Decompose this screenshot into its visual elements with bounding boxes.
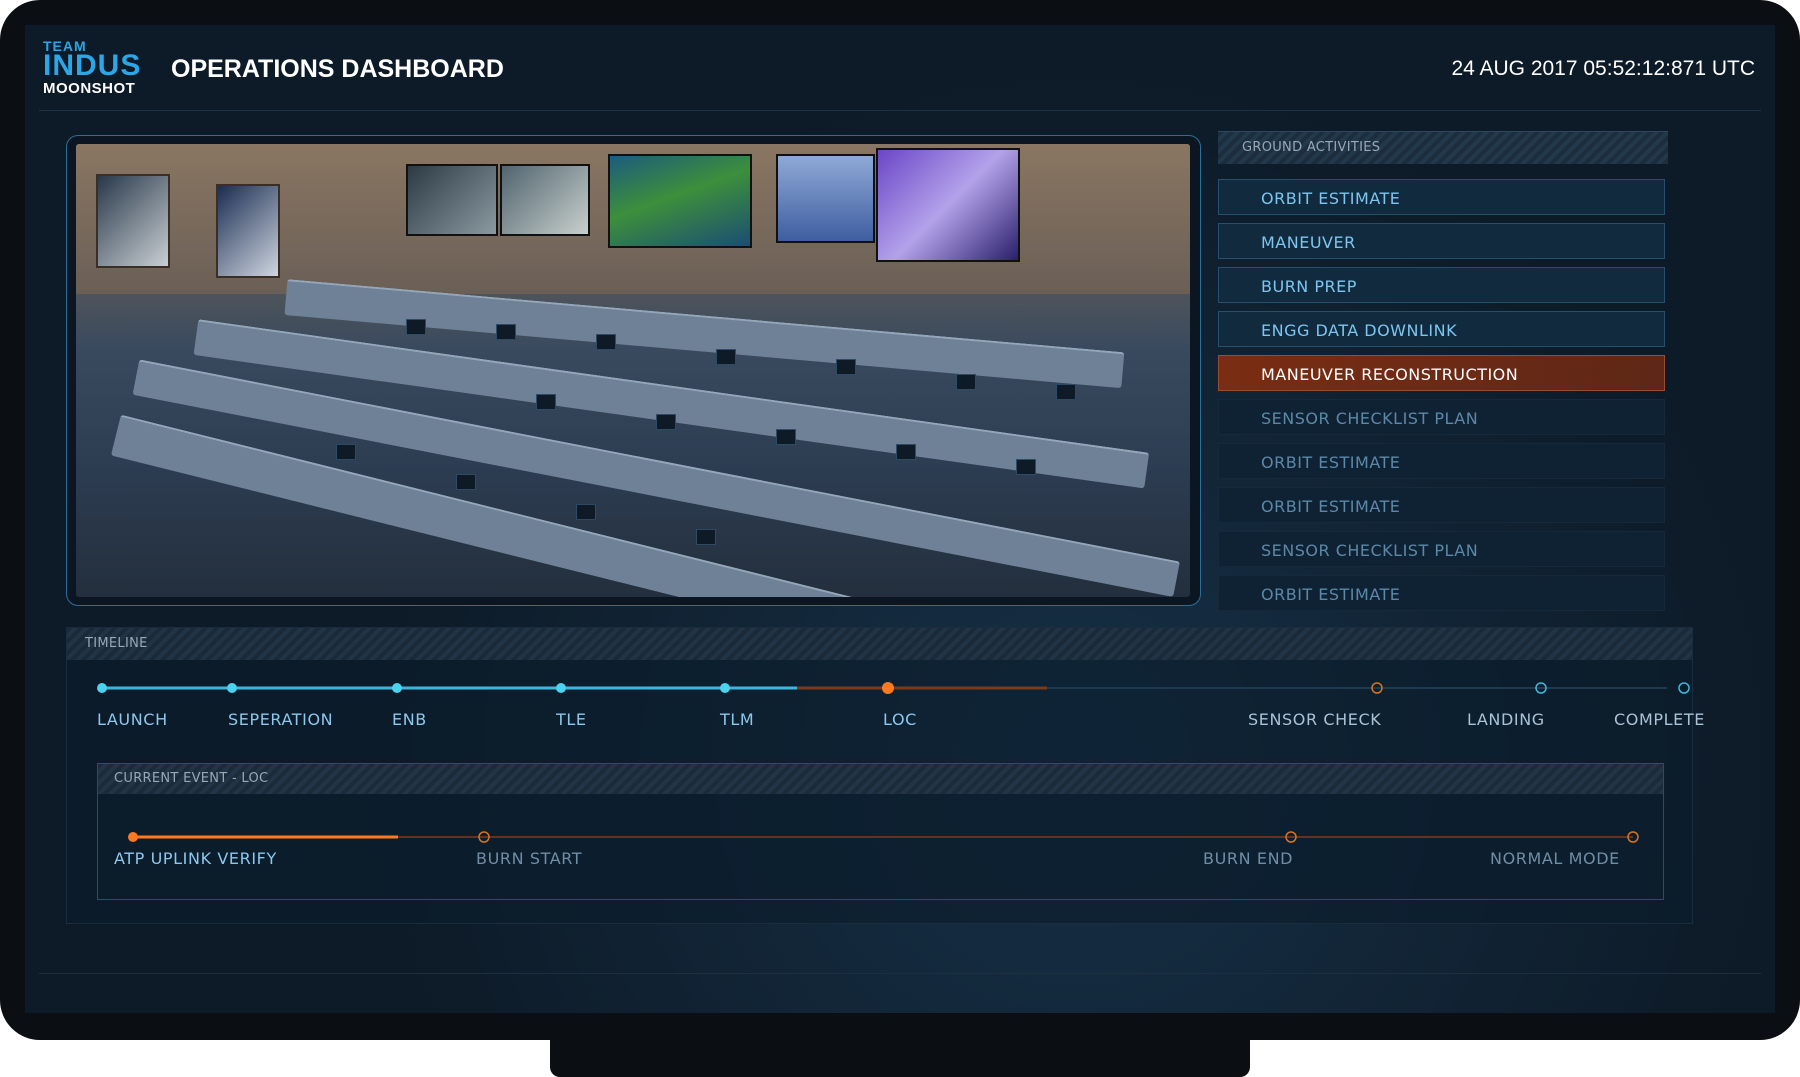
ground-activities-title: GROUND ACTIVITIES [1242,140,1381,155]
video-screen-3 [608,154,752,248]
console-monitor [496,324,516,340]
milestone-label: LAUNCH [97,710,168,729]
video-poster-left [96,174,170,268]
dashboard-screen: TEAM INDUS MOONSHOT OPERATIONS DASHBOARD… [25,25,1775,1013]
milestone-label: SENSOR CHECK [1248,710,1382,729]
milestone-node-tle[interactable] [556,683,566,693]
logo-line-moonshot: MOONSHOT [43,80,136,97]
console-monitor [696,529,716,545]
timeline-header: TIMELINE [67,628,1692,660]
event-step-label: BURN START [476,849,583,868]
milestone-node-launch[interactable] [97,683,107,693]
console-monitor [896,444,916,460]
activity-label: ORBIT ESTIMATE [1261,453,1401,472]
current-event-title: CURRENT EVENT - LOC [114,771,269,786]
milestone-node-complete[interactable] [1678,682,1690,694]
activity-item[interactable]: ORBIT ESTIMATE [1218,487,1665,523]
event-step-label: NORMAL MODE [1490,849,1620,868]
console-monitor [1056,384,1076,400]
activity-item[interactable]: BURN PREP [1218,267,1665,303]
event-step-label: ATP UPLINK VERIFY [114,849,277,868]
event-step-label: BURN END [1203,849,1294,868]
console-monitor [406,319,426,335]
console-monitor [596,334,616,350]
console-monitor [536,394,556,410]
video-screen-1 [406,164,498,236]
footer-divider [39,973,1761,974]
mission-control-video[interactable] [76,144,1190,597]
activity-label: SENSOR CHECKLIST PLAN [1261,409,1479,428]
activity-label: MANEUVER RECONSTRUCTION [1261,365,1519,384]
video-poster-mid [216,184,280,278]
activity-label: BURN PREP [1261,277,1357,296]
milestone-label: ENB [392,710,427,729]
video-screen-2 [500,164,590,236]
activity-label: ENGG DATA DOWNLINK [1261,321,1458,340]
console-monitor [776,429,796,445]
milestone-node-tlm[interactable] [720,683,730,693]
milestone-label: SEPERATION [228,710,334,729]
milestone-node-loc[interactable] [882,682,894,694]
activity-item[interactable]: SENSOR CHECKLIST PLAN [1218,399,1665,435]
activity-item[interactable]: MANEUVER [1218,223,1665,259]
activity-label: SENSOR CHECKLIST PLAN [1261,541,1479,560]
activity-item[interactable]: ORBIT ESTIMATE [1218,179,1665,215]
console-monitor [656,414,676,430]
activity-item[interactable]: ORBIT ESTIMATE [1218,575,1665,611]
activity-item[interactable]: ENGG DATA DOWNLINK [1218,311,1665,347]
milestone-label: LOC [883,710,917,729]
activity-label: MANEUVER [1261,233,1356,252]
console-monitor [576,504,596,520]
console-monitor [456,474,476,490]
ground-activities-header: GROUND ACTIVITIES [1218,131,1668,164]
milestone-node-enb[interactable] [392,683,402,693]
current-event-header: CURRENT EVENT - LOC [98,764,1663,794]
console-monitor [956,374,976,390]
console-monitor [716,349,736,365]
activity-item[interactable]: ORBIT ESTIMATE [1218,443,1665,479]
monitor-bezel: TEAM INDUS MOONSHOT OPERATIONS DASHBOARD… [0,0,1800,1040]
milestone-label: LANDING [1467,710,1545,729]
activity-label: ORBIT ESTIMATE [1261,585,1401,604]
milestone-node-seperation[interactable] [227,683,237,693]
logo-line-indus: INDUS [43,49,142,82]
activity-item-active[interactable]: MANEUVER RECONSTRUCTION [1218,355,1665,391]
current-event-track [128,831,1639,843]
milestone-label: COMPLETE [1614,710,1705,729]
console-monitor [836,359,856,375]
team-indus-logo: TEAM INDUS MOONSHOT [43,39,163,96]
utc-clock: 24 AUG 2017 05:52:12:871 UTC [1451,57,1755,80]
console-monitor [336,444,356,460]
timeline-panel: TIMELINE LAUNCH SEPERATION ENB TLE TLM L… [66,627,1704,924]
activity-item[interactable]: SENSOR CHECKLIST PLAN [1218,531,1665,567]
timeline-track [97,682,1690,694]
page-title: OPERATIONS DASHBOARD [171,55,504,83]
ground-activities-panel: GROUND ACTIVITIES ORBIT ESTIMATE MANEUVE… [1218,131,1668,613]
activity-label: ORBIT ESTIMATE [1261,497,1401,516]
event-node-atp-uplink-verify[interactable] [128,832,138,842]
timeline-title: TIMELINE [85,636,148,651]
monitor-stand [550,1040,1250,1077]
video-screen-5 [876,148,1020,262]
milestone-label: TLM [720,710,755,729]
activity-label: ORBIT ESTIMATE [1261,189,1401,208]
current-event-panel: CURRENT EVENT - LOC ATP UPLINK VERIFY BU… [97,763,1664,900]
video-feed-panel[interactable] [66,135,1201,606]
video-screen-4 [776,154,875,243]
header-divider [39,110,1761,111]
milestone-label: TLE [556,710,587,729]
console-monitor [1016,459,1036,475]
